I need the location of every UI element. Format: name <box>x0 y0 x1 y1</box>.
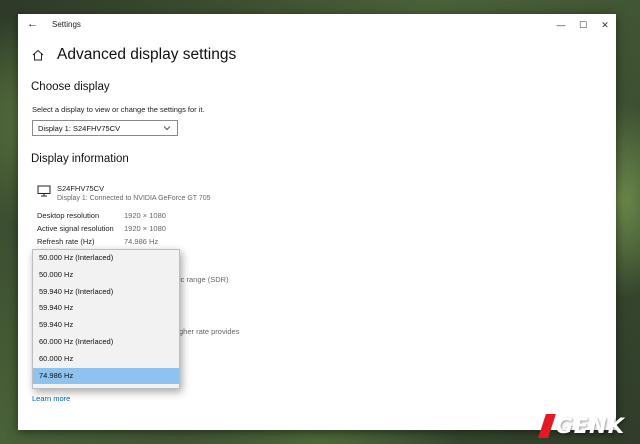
refresh-option[interactable]: 60.000 Hz <box>33 351 179 368</box>
refresh-option[interactable]: 59.940 Hz <box>33 317 179 334</box>
refresh-option[interactable]: 50.000 Hz <box>33 267 179 284</box>
learn-more-link[interactable]: Learn more <box>32 394 70 403</box>
minimize-button[interactable]: — <box>550 14 572 36</box>
genk-watermark: GENK <box>537 414 625 438</box>
refresh-option[interactable]: 59.940 Hz <box>33 300 179 317</box>
page-title: Advanced display settings <box>57 46 237 63</box>
close-button[interactable]: ✕ <box>594 14 616 36</box>
choose-display-instruction: Select a display to view or change the s… <box>32 105 205 114</box>
display-info-heading: Display information <box>31 153 129 165</box>
refresh-option-selected[interactable]: 74.986 Hz <box>33 367 179 385</box>
monitor-connection: Display 1: Connected to NVIDIA GeForce G… <box>57 195 211 202</box>
title-bar: ← Settings — ☐ ✕ <box>18 14 616 36</box>
monitor-icon <box>37 185 51 197</box>
back-arrow-icon[interactable]: ← <box>27 18 38 30</box>
page-header: Advanced display settings <box>31 46 236 64</box>
settings-window: ← Settings — ☐ ✕ Advanced display settin… <box>18 14 616 430</box>
info-value: 1920 × 1080 <box>124 224 166 233</box>
maximize-button[interactable]: ☐ <box>572 14 594 36</box>
info-value: 74.986 Hz <box>124 237 159 246</box>
sdr-text-partial: ic range (SDR) <box>179 275 229 284</box>
info-label: Active signal resolution <box>37 224 114 233</box>
info-value: 1920 × 1080 <box>124 211 166 220</box>
refresh-option[interactable]: 60.000 Hz (Interlaced) <box>33 334 179 351</box>
chevron-down-icon <box>163 126 171 131</box>
window-controls: — ☐ ✕ <box>550 14 616 36</box>
info-label: Desktop resolution <box>37 211 100 220</box>
window-title: Settings <box>52 20 81 29</box>
choose-display-heading: Choose display <box>31 81 110 93</box>
refresh-rate-dropdown[interactable]: 50.000 Hz (Interlaced) 50.000 Hz 59.940 … <box>32 249 180 389</box>
display-select[interactable]: Display 1: S24FHV75CV <box>32 120 178 136</box>
watermark-text: GENK <box>555 414 625 438</box>
display-select-value: Display 1: S24FHV75CV <box>38 124 121 133</box>
refresh-option[interactable]: 50.000 Hz (Interlaced) <box>33 250 179 267</box>
refresh-option[interactable]: 59.940 Hz (Interlaced) <box>33 284 179 301</box>
monitor-name: S24FHV75CV <box>57 184 105 193</box>
rate-text-partial: gher rate provides <box>179 327 240 336</box>
info-label: Refresh rate (Hz) <box>37 237 95 246</box>
home-icon[interactable] <box>31 48 45 62</box>
